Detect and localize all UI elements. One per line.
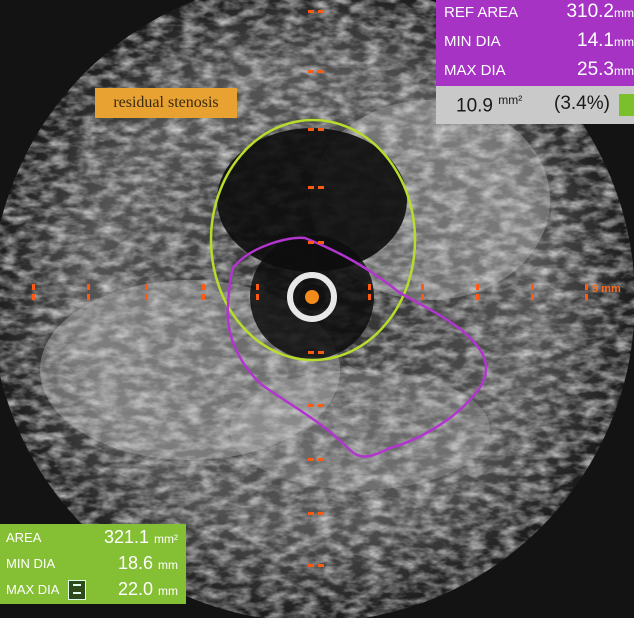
- stenosis-area-number: 10.9: [456, 95, 493, 117]
- catheter-center: [305, 290, 319, 304]
- vertical-marker-8-0: [308, 512, 314, 515]
- lumen-area-row: AREA 321.1 mm²: [6, 526, 178, 550]
- ref-area-value: 310.2mm: [566, 1, 634, 23]
- vertical-marker-1-0: [308, 70, 314, 73]
- vertical-marker-2-1: [318, 128, 324, 131]
- horizontal-marker-1-1: [87, 294, 90, 300]
- lumen-min-dia-value: 18.6 mm: [118, 553, 178, 574]
- lumen-area-unit: mm²: [154, 532, 178, 546]
- ref-min-dia-number: 14.1: [577, 30, 614, 51]
- horizontal-marker-5-0: [368, 284, 371, 290]
- horizontal-marker-9-1: [585, 294, 588, 300]
- scale-label: 5 mm: [592, 283, 621, 295]
- horizontal-marker-1-0: [87, 284, 90, 290]
- residual-stenosis-label: residual stenosis: [95, 88, 237, 118]
- vertical-marker-9-1: [318, 564, 324, 567]
- ref-area-unit: mm: [614, 6, 634, 20]
- lumen-area-number: 321.1: [103, 527, 149, 547]
- stenosis-percent: (3.4%): [554, 93, 610, 114]
- vertical-marker-6-0: [308, 404, 314, 407]
- horizontal-marker-0-0: [32, 284, 35, 290]
- horizontal-marker-4-0: [256, 284, 259, 290]
- vertical-marker-6-1: [318, 404, 324, 407]
- vertical-marker-3-1: [318, 186, 324, 189]
- ref-min-dia-label: MIN DIA: [444, 33, 501, 50]
- lumen-max-dia-value: 22.0 mm: [118, 579, 178, 600]
- ref-min-dia-row: MIN DIA 14.1mm: [444, 29, 634, 55]
- vertical-marker-4-0: [308, 241, 314, 244]
- ref-max-dia-value: 25.3mm: [577, 59, 634, 81]
- ref-max-dia-unit: mm: [614, 64, 634, 78]
- lumen-min-dia-label: MIN DIA: [6, 556, 56, 571]
- vertical-marker-5-0: [308, 351, 314, 354]
- vertical-marker-0-0: [308, 10, 314, 13]
- ref-area-number: 310.2: [566, 1, 614, 22]
- ref-max-dia-row: MAX DIA 25.3mm: [444, 58, 634, 84]
- lumen-max-dia-number: 22.0: [117, 579, 153, 599]
- lumen-measurements-panel: AREA 321.1 mm² MIN DIA 18.6 mm MAX DIA 2…: [0, 524, 186, 604]
- ref-max-dia-label: MAX DIA: [444, 62, 506, 79]
- vertical-marker-8-1: [318, 512, 324, 515]
- lumen-area-value: 321.1 mm²: [104, 527, 178, 548]
- ref-min-dia-value: 14.1mm: [577, 30, 634, 52]
- lumen-min-dia-number: 18.6: [117, 553, 153, 573]
- lumen-max-dia-row: MAX DIA 22.0 mm: [6, 578, 178, 602]
- horizontal-marker-7-1: [476, 294, 479, 300]
- horizontal-marker-5-1: [368, 294, 371, 300]
- horizontal-marker-7-0: [476, 284, 479, 290]
- vertical-marker-2-0: [308, 128, 314, 131]
- stenosis-area-unit: mm²: [498, 93, 523, 107]
- horizontal-marker-8-0: [531, 284, 534, 290]
- vertical-marker-5-1: [318, 351, 324, 354]
- contour-color-swatch: [619, 94, 634, 116]
- lumen-min-dia-row: MIN DIA 18.6 mm: [6, 552, 178, 576]
- vertical-marker-7-1: [318, 458, 324, 461]
- stenosis-percent-panel: 10.9 mm² (3.4%): [436, 86, 634, 124]
- ref-area-label: REF AREA: [444, 4, 519, 21]
- horizontal-marker-9-0: [585, 284, 588, 290]
- horizontal-marker-0-1: [32, 294, 35, 300]
- ref-area-row: REF AREA 310.2mm: [444, 0, 634, 26]
- horizontal-marker-2-1: [145, 294, 148, 300]
- vertical-marker-0-1: [318, 10, 324, 13]
- reference-measurements-panel: REF AREA 310.2mm MIN DIA 14.1mm MAX DIA …: [436, 0, 634, 86]
- vertical-marker-7-0: [308, 458, 314, 461]
- export-icon[interactable]: [68, 580, 86, 600]
- vertical-marker-4-1: [318, 241, 324, 244]
- horizontal-marker-2-0: [145, 284, 148, 290]
- horizontal-marker-4-1: [256, 294, 259, 300]
- lumen-max-dia-label: MAX DIA: [6, 582, 60, 597]
- horizontal-marker-6-0: [421, 284, 424, 290]
- horizontal-marker-3-1: [202, 294, 205, 300]
- horizontal-marker-8-1: [531, 294, 534, 300]
- horizontal-marker-6-1: [421, 294, 424, 300]
- lumen-area-label: AREA: [6, 530, 42, 545]
- vertical-marker-3-0: [308, 186, 314, 189]
- lumen-min-dia-unit: mm: [158, 558, 178, 572]
- vertical-marker-1-1: [318, 70, 324, 73]
- stenosis-area-value: 10.9 mm²: [456, 93, 522, 117]
- lumen-max-dia-unit: mm: [158, 584, 178, 598]
- vertical-marker-9-0: [308, 564, 314, 567]
- horizontal-marker-3-0: [202, 284, 205, 290]
- ref-max-dia-number: 25.3: [577, 59, 614, 80]
- ref-min-dia-unit: mm: [614, 35, 634, 49]
